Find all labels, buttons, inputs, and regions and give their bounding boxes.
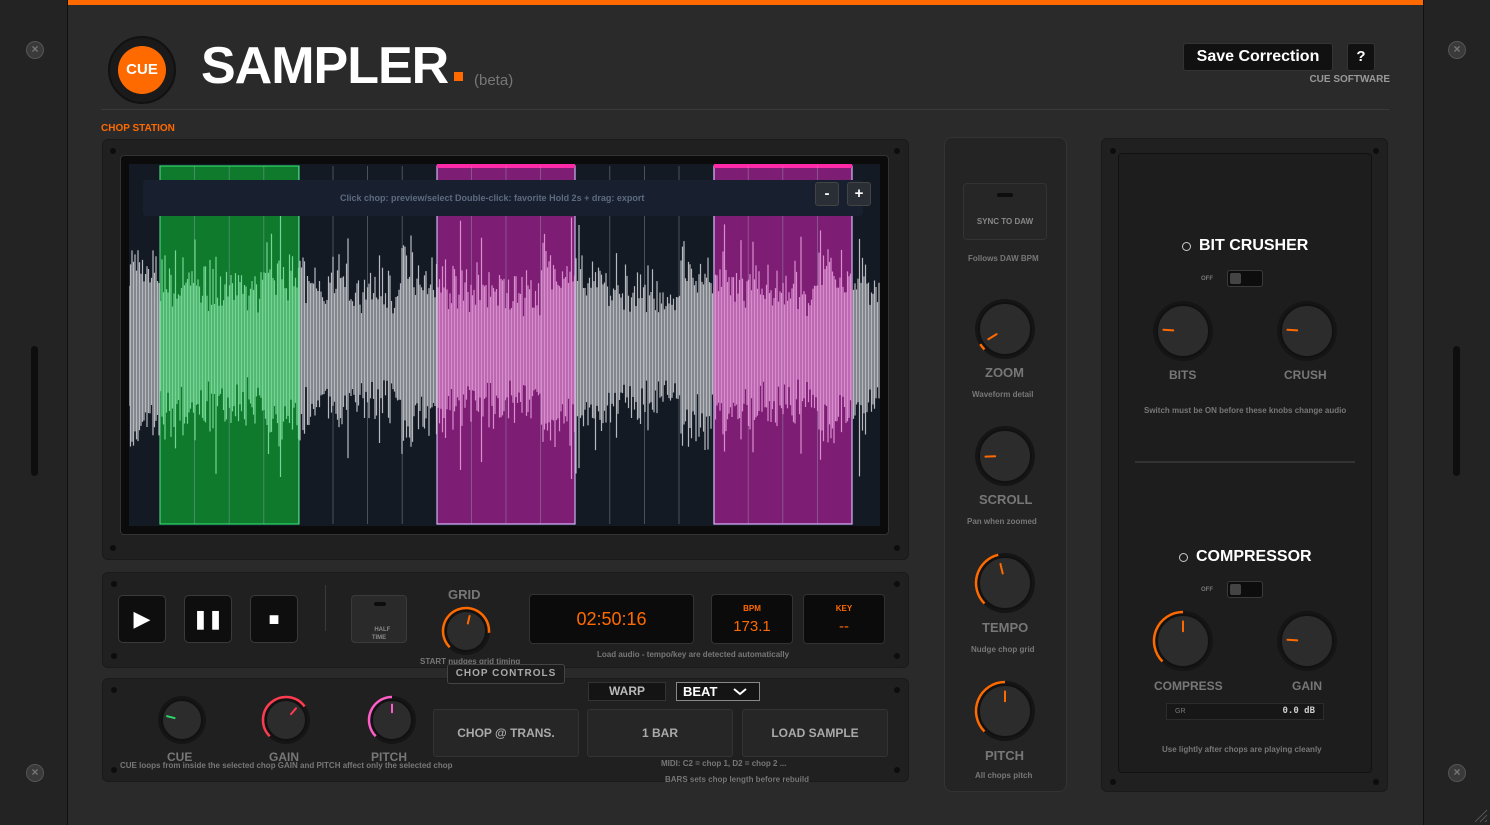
scroll-label: SCROLL — [979, 492, 1033, 507]
zoom-caption: Waveform detail — [972, 390, 1034, 399]
fx-divider — [1135, 461, 1355, 463]
zoom-knob[interactable] — [973, 297, 1037, 361]
screw-icon: × — [1448, 41, 1466, 59]
bars-note: BARS sets chop length before rebuild — [665, 775, 810, 784]
cue-knob[interactable] — [156, 694, 208, 746]
bpm-label: BPM — [743, 604, 761, 613]
sync-caption: Follows DAW BPM — [968, 254, 1039, 263]
title-dot — [454, 72, 463, 81]
grid-label: GRID — [448, 587, 481, 602]
compressor-title: COMPRESSOR — [1196, 548, 1312, 565]
chop-caption: CUE loops from inside the selected chop … — [120, 761, 453, 770]
waveform-svg[interactable] — [129, 164, 880, 526]
comp-gain-knob[interactable] — [1275, 609, 1339, 673]
gain-knob[interactable] — [260, 694, 312, 746]
grid-knob[interactable] — [440, 605, 492, 657]
time-display: 02:50:16 — [529, 594, 694, 644]
load-sample-button[interactable]: LOAD SAMPLE — [742, 709, 888, 757]
chevron-down-icon — [733, 688, 747, 696]
pause-button[interactable]: ❚❚ — [184, 595, 232, 643]
rack-slot — [31, 346, 38, 476]
tempo-knob[interactable] — [973, 551, 1037, 615]
compress-knob[interactable] — [1151, 609, 1215, 673]
gain-reduction-meter: GR 0.0 dB — [1166, 703, 1324, 720]
bpm-value: 173.1 — [733, 618, 771, 635]
divider — [325, 585, 326, 631]
display-caption: Load audio - tempo/key are detected auto… — [597, 650, 790, 659]
compressor-caption: Use lightly after chops are playing clea… — [1162, 745, 1322, 754]
gr-value: 0.0 dB — [1282, 706, 1315, 716]
pitch-master-knob[interactable] — [973, 679, 1037, 743]
compress-label: COMPRESS — [1154, 679, 1223, 693]
plugin-body: CUE SAMPLER (beta) Save Correction ? CUE… — [68, 0, 1423, 825]
app-title: SAMPLER — [201, 37, 449, 95]
screw-icon: × — [26, 764, 44, 782]
accent-bar — [68, 0, 1423, 5]
chop-controls-tab: CHOP CONTROLS — [447, 664, 565, 684]
sync-label: SYNC TO DAW — [976, 217, 1034, 226]
waveform-display[interactable]: Click chop: preview/select Double-click:… — [129, 164, 880, 526]
bit-crusher-radio[interactable] — [1182, 242, 1191, 251]
screw-icon: × — [1448, 764, 1466, 782]
gr-label: GR — [1175, 708, 1186, 715]
tempo-label: TEMPO — [982, 620, 1029, 635]
pitch-master-caption: All chops pitch — [975, 771, 1033, 780]
stop-button[interactable]: ■ — [250, 595, 298, 643]
rack-slot — [1453, 346, 1460, 476]
compressor-switch[interactable] — [1227, 581, 1263, 598]
bits-label: BITS — [1169, 368, 1197, 382]
rack-right: × × — [1423, 0, 1490, 825]
beat-select-value: BEAT — [683, 684, 718, 699]
key-value: -- — [839, 618, 849, 635]
help-button[interactable]: ? — [1347, 43, 1375, 71]
logo-text: CUE — [118, 46, 166, 94]
crush-knob[interactable] — [1275, 299, 1339, 363]
bit-crusher-title: BIT CRUSHER — [1199, 237, 1309, 254]
section-label: CHOP STATION — [101, 123, 175, 134]
beat-select[interactable]: BEAT — [676, 682, 760, 701]
zoom-label: ZOOM — [985, 365, 1024, 380]
key-label: KEY — [835, 604, 853, 613]
play-button[interactable]: ▶ — [118, 595, 166, 643]
rack-left: × × — [0, 0, 68, 825]
midi-note: MIDI: C2 = chop 1, D2 = chop 2 ... — [661, 759, 787, 768]
half-time-label: HALF TIME — [371, 627, 391, 641]
bit-crusher-switch[interactable] — [1227, 270, 1263, 287]
save-correction-button[interactable]: Save Correction — [1183, 43, 1333, 71]
scroll-caption: Pan when zoomed — [967, 517, 1037, 526]
pitch-master-label: PITCH — [985, 748, 1024, 763]
bpm-display: BPM 173.1 — [711, 594, 793, 644]
chop-at-transients-button[interactable]: CHOP @ TRANS. — [433, 709, 579, 757]
bar-length-button[interactable]: 1 BAR — [587, 709, 733, 757]
brand-label: CUE SOFTWARE — [1309, 74, 1390, 85]
scroll-knob[interactable] — [973, 424, 1037, 488]
screw-icon: × — [26, 41, 44, 59]
bit-crusher-off-label: OFF — [1201, 276, 1213, 282]
compressor-radio[interactable] — [1179, 553, 1188, 562]
pitch-knob[interactable] — [366, 694, 418, 746]
beta-badge: (beta) — [474, 72, 514, 89]
cue-logo: CUE — [108, 36, 176, 104]
zoom-in-button[interactable]: + — [847, 182, 871, 206]
compressor-off-label: OFF — [1201, 587, 1213, 593]
bits-knob[interactable] — [1151, 299, 1215, 363]
bit-crusher-caption: Switch must be ON before these knobs cha… — [1144, 406, 1347, 415]
waveform-hint: Click chop: preview/select Double-click:… — [143, 180, 863, 216]
divider — [101, 109, 1389, 110]
sync-to-daw-toggle[interactable]: SYNC TO DAW — [963, 183, 1047, 240]
half-time-toggle[interactable]: HALF TIME — [351, 595, 407, 643]
zoom-out-button[interactable]: - — [815, 182, 839, 206]
key-display: KEY -- — [803, 594, 885, 644]
tempo-caption: Nudge chop grid — [971, 645, 1035, 654]
resize-grip-icon[interactable] — [1472, 807, 1488, 823]
waveform-frame: Click chop: preview/select Double-click:… — [120, 155, 889, 535]
crush-label: CRUSH — [1284, 368, 1327, 382]
warp-button[interactable]: WARP — [588, 682, 666, 701]
comp-gain-label: GAIN — [1292, 679, 1322, 693]
